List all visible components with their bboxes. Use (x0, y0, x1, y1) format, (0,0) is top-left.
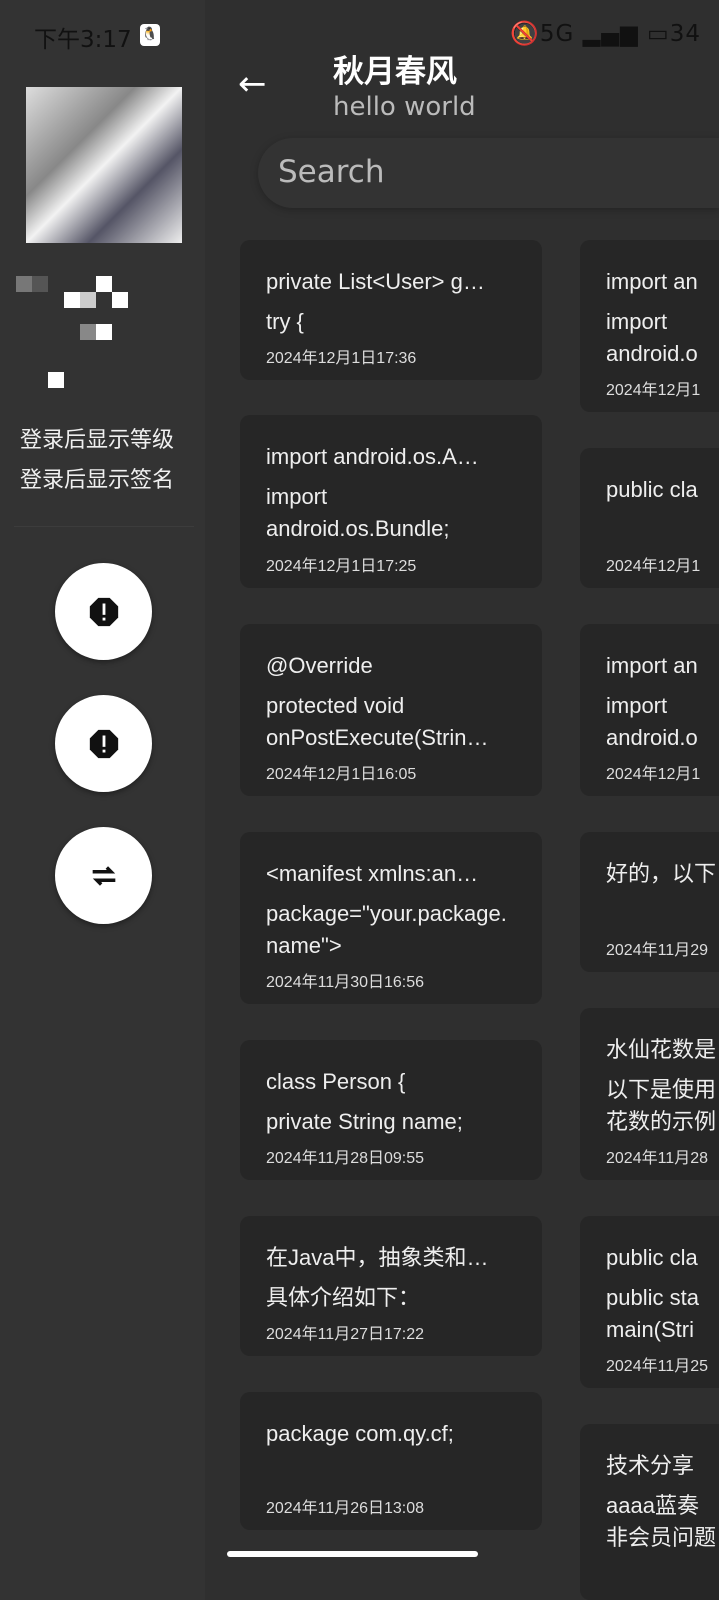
note-body: private String name; (266, 1109, 463, 1134)
note-date: 2024年12月1 (606, 766, 701, 783)
note-date: 2024年11月28日09:55 (266, 1150, 425, 1167)
search-placeholder: Search (278, 154, 385, 190)
note-date: 2024年12月1日16:05 (266, 766, 417, 783)
alert-icon (89, 729, 118, 758)
divider (14, 526, 194, 527)
note-title: 好的，以下 (606, 861, 717, 886)
note-body: 以下是使用花数的示例 (606, 1077, 717, 1134)
alert-icon (89, 597, 118, 626)
note-body: import android.o (606, 693, 698, 750)
note-title: 技术分享 (606, 1453, 695, 1478)
note-card[interactable]: 技术分享 aaaa蓝奏非会员问题 (580, 1424, 719, 1600)
back-arrow-icon[interactable]: ← (238, 64, 267, 104)
note-card[interactable]: import an import android.o 2024年12月1 (580, 624, 719, 796)
note-card[interactable]: public cla 2024年12月1 (580, 448, 719, 588)
battery-level: 34 (669, 21, 701, 47)
note-card[interactable]: class Person { private String name; 2024年1… (240, 1040, 542, 1180)
note-date: 2024年11月29 (606, 942, 709, 959)
navigation-drawer: 登录后显示等级 登录后显示签名 (0, 0, 205, 1600)
note-date: 2024年11月25 (606, 1358, 709, 1375)
status-bar: 下午3:17 🐧 🔕5G ▂▄▆ ▭34 (0, 0, 719, 70)
level-text: 登录后显示等级 (20, 428, 175, 453)
note-card[interactable]: @Override protected void onPostExecute(St… (240, 624, 542, 796)
alert-button-1[interactable] (55, 563, 152, 660)
note-date: 2024年11月26日13:08 (266, 1500, 425, 1517)
battery-icon: ▭ (646, 21, 670, 47)
status-time: 下午3:17 (34, 27, 132, 53)
note-date: 2024年12月1 (606, 382, 701, 399)
note-date: 2024年12月1日17:25 (266, 558, 417, 575)
note-title: import android.os.A… (266, 444, 479, 469)
note-body: public sta main(Stri (606, 1285, 699, 1342)
note-title: 水仙花数是 (606, 1037, 717, 1062)
alert-button-2[interactable] (55, 695, 152, 792)
swap-icon (92, 865, 115, 886)
note-card[interactable]: <manifest xmlns:an… package="your.package… (240, 832, 542, 1004)
note-card[interactable]: 在Java中，抽象类和… 具体介绍如下： 2024年11月27日17:22 (240, 1216, 542, 1356)
note-body: import android.o (606, 309, 698, 366)
home-indicator[interactable] (227, 1551, 478, 1557)
note-date: 2024年11月28 (606, 1150, 709, 1167)
note-title: <manifest xmlns:an… (266, 861, 479, 886)
signal-icon: ▂▄▆ (582, 21, 639, 47)
page-subtitle: hello world (333, 92, 476, 122)
note-card[interactable]: 好的，以下 2024年11月29 (580, 832, 719, 972)
network-label: 5G (539, 21, 575, 47)
note-card[interactable]: 水仙花数是以下是使用花数的示例 2024年11月28 (580, 1008, 719, 1180)
status-icons: 🔕5G ▂▄▆ ▭34 (510, 20, 701, 47)
note-card[interactable]: private List<User> g… try { 2024年12月1日17:3… (240, 240, 542, 380)
note-title: public cla (606, 477, 698, 502)
note-title: import an (606, 653, 698, 678)
note-body: aaaa蓝奏非会员问题 (606, 1493, 717, 1550)
note-title: private List<User> g… (266, 269, 485, 294)
mute-icon: 🔕 (510, 21, 540, 47)
note-card[interactable]: import an import android.o 2024年12月1 (580, 240, 719, 412)
note-body: protected void onPostExecute(Strin… (266, 693, 489, 750)
note-title: package com.qy.cf; (266, 1421, 454, 1446)
note-date: 2024年12月1日17:36 (266, 350, 417, 367)
avatar[interactable] (26, 87, 182, 243)
note-body: import android.os.Bundle; (266, 484, 450, 541)
note-title: class Person { (266, 1069, 406, 1094)
note-card[interactable]: public cla public sta main(Stri 2024年11月25 (580, 1216, 719, 1388)
note-title: import an (606, 269, 698, 294)
qq-notification-icon: 🐧 (140, 24, 160, 46)
note-body: 具体介绍如下： (266, 1285, 421, 1310)
note-card[interactable]: package com.qy.cf; 2024年11月26日13:08 (240, 1392, 542, 1530)
note-title: @Override (266, 653, 373, 678)
signature-text: 登录后显示签名 (20, 468, 175, 493)
note-card[interactable]: import android.os.A… import android.os.Bu… (240, 415, 542, 588)
note-date: 2024年12月1 (606, 558, 701, 575)
note-title: public cla (606, 1245, 698, 1270)
search-input[interactable]: Search (258, 138, 719, 208)
note-date: 2024年11月30日16:56 (266, 974, 425, 991)
note-title: 在Java中，抽象类和… (266, 1245, 489, 1270)
note-date: 2024年11月27日17:22 (266, 1326, 425, 1343)
swap-button[interactable] (55, 827, 152, 924)
note-body: package="your.package.name"> (266, 901, 507, 958)
note-body: try { (266, 309, 304, 334)
